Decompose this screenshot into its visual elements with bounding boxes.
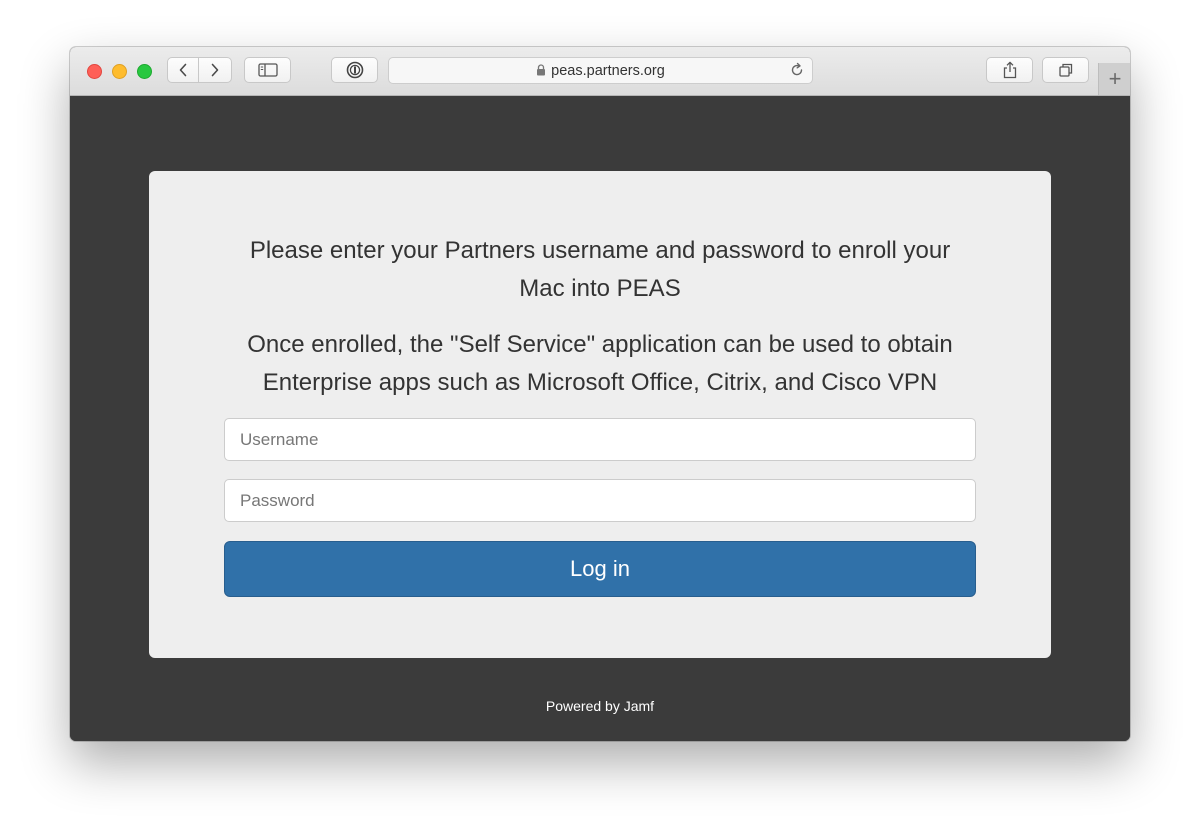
back-button[interactable] — [167, 57, 199, 83]
browser-window: peas.partners.org + Please enter your Pa… — [70, 47, 1130, 741]
powered-by-footer: Powered by Jamf — [545, 698, 655, 714]
self-service-info: Once enrolled, the "Self Service" applic… — [247, 331, 953, 396]
minimize-window-button[interactable] — [112, 64, 127, 79]
username-input[interactable] — [224, 418, 976, 461]
share-button[interactable] — [986, 57, 1033, 83]
tab-overview-button[interactable] — [1042, 57, 1089, 83]
reload-icon[interactable] — [789, 62, 805, 78]
share-icon — [1003, 61, 1016, 79]
close-window-button[interactable] — [87, 64, 102, 79]
address-bar[interactable]: peas.partners.org — [388, 57, 813, 84]
zoom-window-button[interactable] — [137, 64, 152, 79]
page-content: Please enter your Partners username and … — [70, 96, 1130, 741]
url-display: peas.partners.org — [389, 63, 812, 79]
lock-icon — [537, 64, 546, 76]
back-icon — [179, 63, 187, 77]
enrollment-card: Please enter your Partners username and … — [149, 171, 1051, 658]
forward-button[interactable] — [199, 57, 232, 83]
sidebar-button[interactable] — [244, 57, 291, 83]
browser-toolbar: peas.partners.org + — [70, 47, 1130, 96]
url-text: peas.partners.org — [551, 63, 665, 79]
navigation-buttons — [167, 57, 232, 83]
new-tab-button[interactable]: + — [1098, 63, 1130, 95]
forward-icon — [211, 63, 219, 77]
login-button[interactable]: Log in — [224, 541, 976, 597]
password-input[interactable] — [224, 479, 976, 522]
new-tab-icon: + — [1108, 66, 1122, 91]
enroll-instructions: Please enter your Partners username and … — [249, 237, 951, 302]
sidebar-icon — [257, 63, 278, 77]
password-manager-button[interactable] — [331, 57, 378, 83]
password-manager-icon — [346, 61, 363, 79]
tabs-icon — [1058, 63, 1072, 77]
